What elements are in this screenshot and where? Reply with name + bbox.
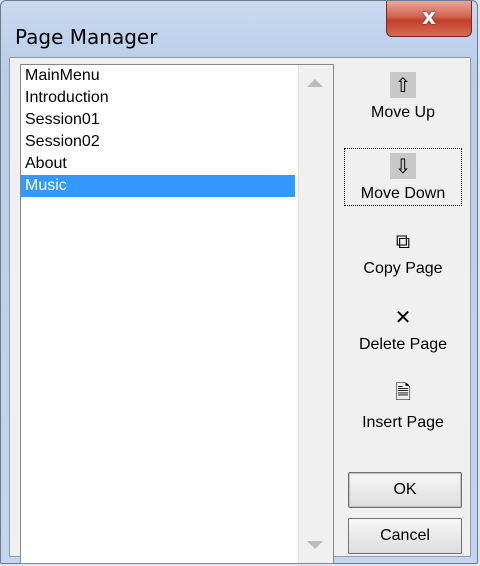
list-item-page[interactable]: Introduction (21, 87, 295, 109)
insert-page-icon: 🗎 (394, 380, 412, 404)
arrow-down-icon: ⇩ (390, 153, 416, 179)
insert-page-label: Insert Page (362, 414, 444, 431)
list-item-page[interactable]: Session02 (21, 131, 295, 153)
close-button[interactable]: x (386, 1, 472, 37)
move-down-label: Move Down (360, 185, 446, 202)
move-up-label: Move Up (370, 104, 436, 121)
scroll-down-icon[interactable] (307, 541, 323, 549)
list-item-page[interactable]: Music (21, 175, 295, 197)
move-down-button[interactable]: ⇩ Move Down (344, 148, 462, 206)
copy-page-button[interactable]: ⧉ Copy Page (344, 228, 462, 278)
move-up-button[interactable]: ⇧ Move Up (344, 72, 462, 122)
action-panel: ⇧ Move Up ⇩ Move Down ⧉ Copy Page ✕ Dele… (340, 58, 470, 558)
page-list[interactable]: MainMenu Introduction Session01 Session02 Ab… (20, 64, 334, 564)
delete-icon: ✕ (394, 305, 412, 329)
insert-page-button[interactable]: 🗎 Insert Page (344, 380, 462, 432)
cancel-button[interactable]: Cancel (348, 518, 462, 554)
window-title: Page Manager (15, 25, 158, 49)
dialog-body: MainMenu Introduction Session01 Session02 Ab… (9, 57, 471, 564)
delete-page-label: Delete Page (358, 336, 448, 353)
page-manager-dialog: Page Manager x MainMenu Introduction Sessi… (0, 0, 478, 564)
list-item-page[interactable]: About (21, 153, 295, 175)
title-bar[interactable]: Page Manager x (1, 1, 477, 49)
copy-icon: ⧉ (395, 229, 411, 253)
close-icon: x (421, 5, 437, 30)
list-item-page[interactable]: Session01 (21, 109, 295, 131)
vertical-scrollbar[interactable] (298, 65, 333, 563)
delete-page-button[interactable]: ✕ Delete Page (344, 304, 462, 354)
list-item-page[interactable]: MainMenu (21, 65, 295, 87)
arrow-up-icon: ⇧ (390, 72, 416, 98)
scroll-up-icon[interactable] (307, 79, 323, 87)
ok-button[interactable]: OK (348, 472, 462, 508)
page-list-items: MainMenu Introduction Session01 Session02 Ab… (21, 65, 295, 197)
copy-page-label: Copy Page (363, 260, 443, 277)
